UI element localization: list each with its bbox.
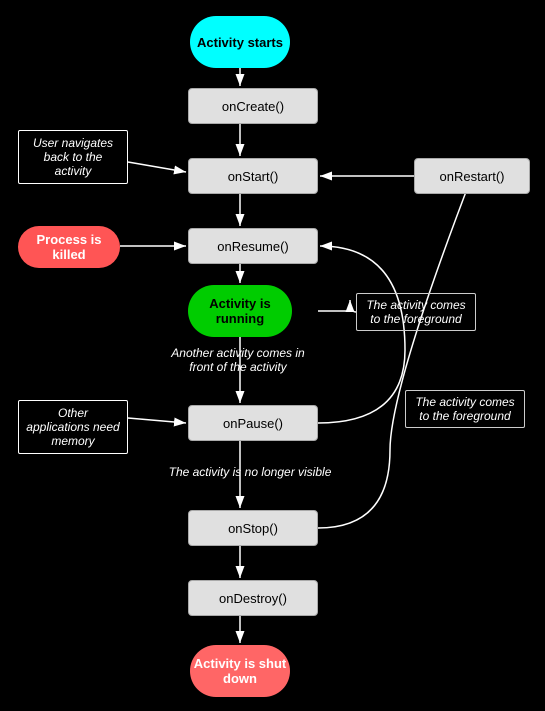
onstop-label: onStop() xyxy=(228,521,278,536)
activity-running-label: Activity is running xyxy=(188,296,292,326)
foreground-label-1: The activity comes to the foreground xyxy=(356,293,476,331)
activity-lifecycle-diagram: Activity starts onCreate() onStart() onR… xyxy=(0,0,545,711)
activity-starts-label: Activity starts xyxy=(197,35,283,50)
activity-shutdown-node: Activity is shut down xyxy=(190,645,290,697)
onrestart-node: onRestart() xyxy=(414,158,530,194)
another-activity-label: Another activity comes in front of the a… xyxy=(158,346,318,374)
onpause-label: onPause() xyxy=(223,416,283,431)
activity-shutdown-label: Activity is shut down xyxy=(190,656,290,686)
foreground-label-2: The activity comes to the foreground xyxy=(405,390,525,428)
oncreate-node: onCreate() xyxy=(188,88,318,124)
ondestroy-node: onDestroy() xyxy=(188,580,318,616)
other-apps-label: Other applications need memory xyxy=(18,400,128,454)
activity-running-node: Activity is running xyxy=(188,285,292,337)
process-killed-label: Process is killed xyxy=(18,226,120,268)
onresume-label: onResume() xyxy=(217,239,289,254)
oncreate-label: onCreate() xyxy=(222,99,284,114)
ondestroy-label: onDestroy() xyxy=(219,591,287,606)
user-navigates-label: User navigates back to the activity xyxy=(18,130,128,184)
onstart-label: onStart() xyxy=(228,169,279,184)
onstop-node: onStop() xyxy=(188,510,318,546)
onresume-node: onResume() xyxy=(188,228,318,264)
onpause-node: onPause() xyxy=(188,405,318,441)
onstart-node: onStart() xyxy=(188,158,318,194)
no-longer-visible-label: The activity is no longer visible xyxy=(155,465,345,479)
onrestart-label: onRestart() xyxy=(439,169,504,184)
activity-starts-node: Activity starts xyxy=(190,16,290,68)
